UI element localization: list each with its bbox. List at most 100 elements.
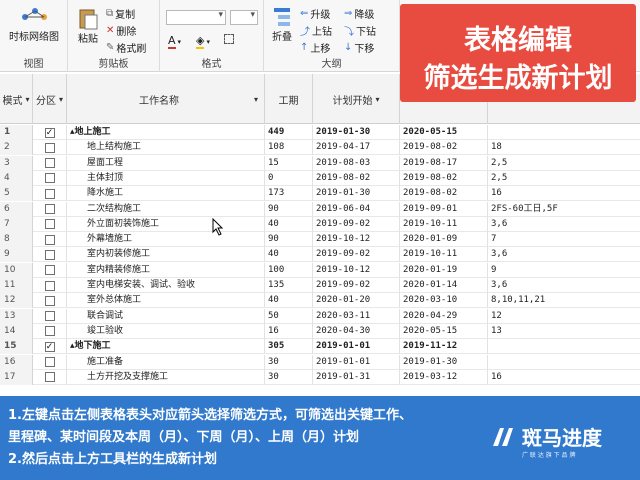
predecessor-cell[interactable]: 16 — [488, 186, 640, 201]
start-date-cell[interactable]: 2020-04-30 — [313, 323, 400, 339]
task-name-cell[interactable]: 外幕墙施工 — [67, 232, 265, 248]
duration-cell[interactable]: 30 — [265, 369, 313, 385]
end-date-cell[interactable]: 2020-01-09 — [400, 232, 488, 248]
predecessor-cell[interactable]: 9 — [488, 263, 640, 278]
table-row[interactable]: 3 屋面工程 15 2019-08-03 2019-08-17 2,5 — [0, 155, 640, 171]
start-date-cell[interactable]: 2019-10-12 — [313, 232, 400, 248]
end-date-cell[interactable]: 2019-08-02 — [400, 170, 488, 186]
row-checkbox[interactable] — [44, 357, 55, 367]
row-checkbox[interactable] — [44, 158, 55, 169]
predecessor-cell[interactable] — [488, 125, 640, 140]
task-name-cell[interactable]: 主体封顶 — [67, 170, 265, 186]
task-name-cell[interactable]: ▴地下施工 — [67, 339, 265, 355]
font-color-button[interactable]: A ▾ — [168, 34, 181, 49]
duration-cell[interactable]: 305 — [265, 339, 313, 355]
start-date-cell[interactable]: 2019-01-01 — [313, 354, 400, 370]
move-down-button[interactable]: ↓ 下移 — [344, 40, 374, 55]
task-name-cell[interactable]: 室内精装修施工 — [67, 262, 265, 278]
table-row[interactable]: 5 降水施工 173 2019-01-30 2019-08-02 16 — [0, 186, 640, 202]
table-row[interactable]: 9 室内初装修施工 40 2019-09-02 2019-10-11 3,6 — [0, 247, 640, 263]
duration-cell[interactable]: 50 — [265, 308, 313, 324]
duration-cell[interactable]: 15 — [265, 155, 313, 171]
table-row[interactable]: 12 室外总体施工 40 2020-01-20 2020-03-10 8,10,11,21 — [0, 293, 640, 309]
start-date-cell[interactable]: 2019-01-01 — [313, 339, 400, 355]
timescale-network-button[interactable]: 时标网络图 — [4, 6, 64, 43]
table-row[interactable]: 1 ✓ ▴地上施工 449 2019-01-30 2020-05-15 — [0, 125, 640, 140]
predecessor-cell[interactable]: 2FS-60工日,5F — [488, 202, 640, 217]
header-partition[interactable]: 分区 ▾ — [33, 74, 67, 124]
task-name-cell[interactable]: 室内电梯安装、调试、验收 — [67, 278, 265, 293]
start-date-cell[interactable]: 2019-06-04 — [313, 201, 400, 217]
table-row[interactable]: 13 联合调试 50 2020-03-11 2020-04-29 12 — [0, 308, 640, 324]
predecessor-cell[interactable]: 16 — [488, 370, 640, 385]
table-row[interactable]: 10 室内精装修施工 100 2019-10-12 2020-01-19 9 — [0, 262, 640, 278]
row-checkbox[interactable] — [44, 265, 55, 276]
duration-cell[interactable]: 449 — [265, 125, 313, 140]
duration-cell[interactable]: 40 — [265, 247, 313, 263]
duration-cell[interactable]: 100 — [265, 262, 313, 278]
table-row[interactable]: 15 ✓ ▴地下施工 305 2019-01-01 2019-11-12 — [0, 339, 640, 355]
task-name-cell[interactable]: 联合调试 — [67, 308, 265, 324]
end-date-cell[interactable]: 2020-01-14 — [400, 278, 488, 293]
upgrade-button[interactable]: ⇐ 升级 — [300, 6, 330, 21]
start-date-cell[interactable]: 2019-08-02 — [313, 170, 400, 186]
row-checkbox[interactable] — [44, 249, 55, 260]
start-date-cell[interactable]: 2019-01-31 — [313, 369, 400, 385]
predecessor-cell[interactable]: 12 — [488, 309, 640, 324]
predecessor-cell[interactable]: 3,6 — [488, 278, 640, 293]
task-name-cell[interactable]: 屋面工程 — [67, 155, 265, 171]
row-checkbox[interactable] — [44, 295, 55, 306]
task-name-cell[interactable]: 室内初装修施工 — [67, 247, 265, 263]
task-name-cell[interactable]: 外立面初装饰施工 — [67, 216, 265, 232]
row-checkbox[interactable]: ✓ — [44, 341, 55, 352]
table-row[interactable]: 14 竣工验收 16 2020-04-30 2020-05-15 13 — [0, 323, 640, 339]
header-start[interactable]: 计划开始 ▾ — [313, 74, 400, 124]
predecessor-cell[interactable]: 7 — [488, 232, 640, 247]
duration-cell[interactable]: 30 — [265, 354, 313, 370]
end-date-cell[interactable]: 2020-01-19 — [400, 262, 488, 278]
row-checkbox[interactable] — [44, 219, 55, 230]
end-date-cell[interactable]: 2019-10-11 — [400, 216, 488, 232]
end-date-cell[interactable]: 2020-03-10 — [400, 293, 488, 309]
predecessor-cell[interactable]: 18 — [488, 140, 640, 155]
row-checkbox[interactable] — [44, 204, 55, 214]
table-row[interactable]: 6 二次结构施工 90 2019-06-04 2019-09-01 2FS-60工日,5F — [0, 201, 640, 217]
font-size-select[interactable] — [230, 10, 258, 25]
predecessor-cell[interactable]: 3,6 — [488, 247, 640, 262]
format-painter-button[interactable]: ✎ 格式刷 — [106, 40, 146, 55]
start-date-cell[interactable]: 2019-10-12 — [313, 262, 400, 278]
move-up-button[interactable]: ↑ 上移 — [300, 40, 330, 55]
predecessor-cell[interactable]: 8,10,11,21 — [488, 293, 640, 308]
end-date-cell[interactable]: 2019-03-12 — [400, 369, 488, 385]
header-duration[interactable]: 工期 — [265, 74, 313, 124]
start-date-cell[interactable]: 2019-01-30 — [313, 186, 400, 202]
table-row[interactable]: 11 室内电梯安装、调试、验收 135 2019-09-02 2020-01-14 3,6 — [0, 278, 640, 293]
predecessor-cell[interactable]: 13 — [488, 324, 640, 339]
filter-arrow-icon[interactable]: ▾ — [59, 95, 63, 104]
end-date-cell[interactable]: 2020-05-15 — [400, 323, 488, 339]
end-date-cell[interactable]: 2019-09-01 — [400, 201, 488, 217]
predecessor-cell[interactable]: 3,6 — [488, 217, 640, 232]
row-checkbox[interactable] — [44, 280, 55, 291]
table-row[interactable]: 17 土方开挖及支撑施工 30 2019-01-31 2019-03-12 16 — [0, 369, 640, 385]
end-date-cell[interactable]: 2019-08-17 — [400, 155, 488, 171]
start-date-cell[interactable]: 2019-01-30 — [313, 125, 400, 140]
border-button[interactable] — [224, 34, 234, 44]
row-checkbox[interactable] — [44, 188, 55, 199]
copy-button[interactable]: ⧉ 复制 — [106, 6, 135, 21]
predecessor-cell[interactable]: 2,5 — [488, 156, 640, 171]
end-date-cell[interactable]: 2019-01-30 — [400, 354, 488, 370]
task-name-cell[interactable]: 土方开挖及支撑施工 — [67, 369, 265, 385]
filter-arrow-icon[interactable]: ▾ — [25, 95, 29, 104]
delete-button[interactable]: ✕ 删除 — [106, 23, 136, 38]
end-date-cell[interactable]: 2019-10-11 — [400, 247, 488, 263]
table-row[interactable]: 2 地上结构施工 108 2019-04-17 2019-08-02 18 — [0, 140, 640, 156]
task-name-cell[interactable]: 降水施工 — [67, 186, 265, 202]
duration-cell[interactable]: 135 — [265, 278, 313, 293]
duration-cell[interactable]: 40 — [265, 293, 313, 309]
predecessor-cell[interactable] — [488, 355, 640, 370]
duration-cell[interactable]: 108 — [265, 140, 313, 156]
filter-arrow-icon[interactable]: ▾ — [254, 95, 258, 104]
end-date-cell[interactable]: 2020-05-15 — [400, 125, 488, 140]
duration-cell[interactable]: 0 — [265, 170, 313, 186]
